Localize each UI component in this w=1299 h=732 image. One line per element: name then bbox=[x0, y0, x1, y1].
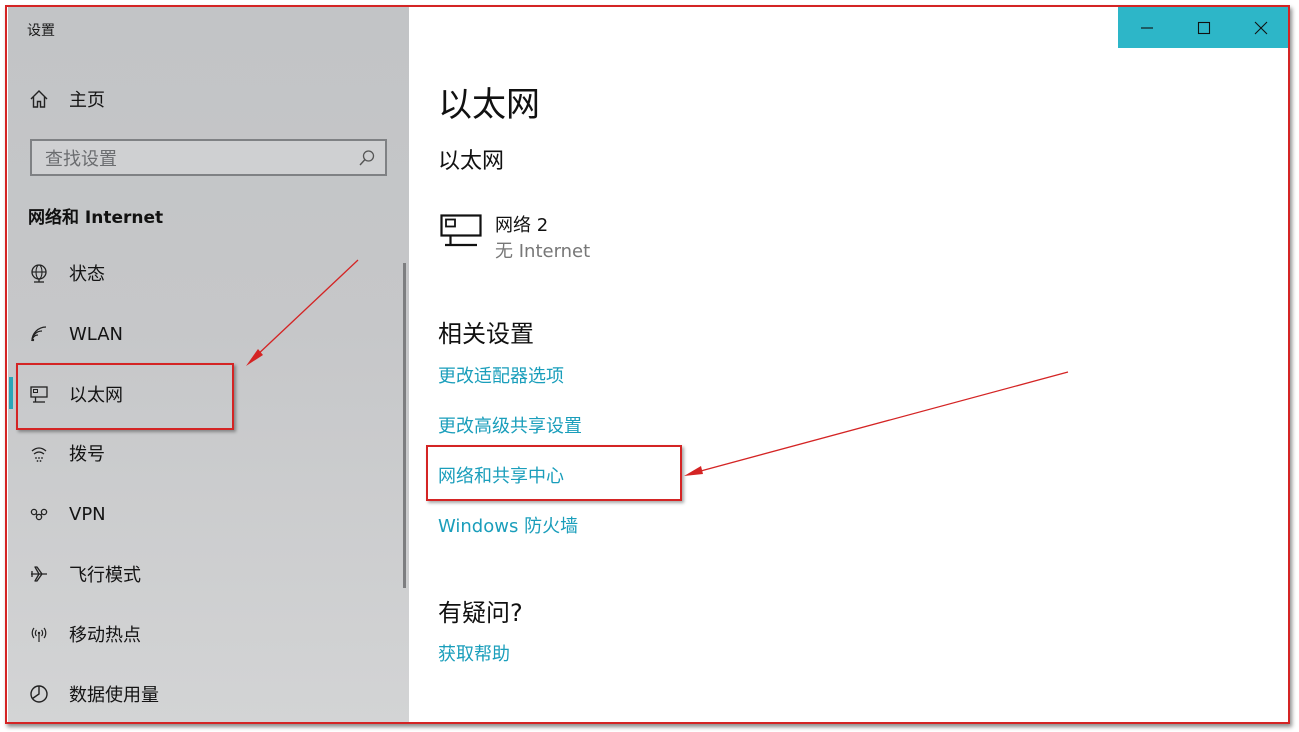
sidebar-item-label: 状态 bbox=[69, 264, 105, 285]
page-title: 以太网 bbox=[438, 85, 540, 125]
globe-icon bbox=[28, 262, 50, 284]
vpn-icon bbox=[28, 503, 50, 525]
dialup-icon bbox=[28, 442, 50, 464]
close-icon bbox=[1254, 21, 1267, 34]
sidebar-item-label: 移动热点 bbox=[69, 625, 141, 646]
section-subtitle: 以太网 bbox=[438, 149, 505, 174]
ethernet-network-icon[interactable] bbox=[440, 214, 482, 248]
wifi-icon bbox=[28, 323, 50, 345]
sidebar-item-hotspot[interactable]: 移动热点 bbox=[8, 612, 409, 656]
minimize-icon bbox=[1140, 26, 1153, 29]
section-heading: 网络和 Internet bbox=[28, 208, 164, 228]
home-icon bbox=[28, 88, 50, 110]
sidebar-item-airplane-mode[interactable]: 飞行模式 bbox=[8, 552, 409, 596]
sidebar-item-status[interactable]: 状态 bbox=[8, 251, 409, 295]
maximize-icon bbox=[1197, 21, 1210, 34]
sidebar-scrollbar[interactable] bbox=[403, 263, 406, 588]
annotation-box-ethernet bbox=[16, 363, 234, 430]
change-advanced-sharing-link[interactable]: 更改高级共享设置 bbox=[438, 412, 582, 438]
annotation-box-sharing-center bbox=[426, 445, 682, 501]
app-title: 设置 bbox=[27, 23, 55, 39]
data-usage-icon bbox=[28, 683, 50, 705]
search-icon[interactable] bbox=[358, 149, 376, 167]
main-content: 以太网 以太网 网络 2 无 Internet 相关设置 更改适配器选项 更改高… bbox=[409, 7, 1289, 723]
change-adapter-options-link[interactable]: 更改适配器选项 bbox=[438, 362, 564, 388]
sidebar-item-home[interactable]: 主页 bbox=[8, 77, 409, 121]
sidebar-item-data-usage[interactable]: 数据使用量 bbox=[8, 672, 409, 716]
minimize-button[interactable] bbox=[1118, 7, 1175, 48]
window-controls bbox=[1118, 7, 1289, 48]
search-input[interactable]: 查找设置 bbox=[30, 139, 387, 176]
windows-firewall-link[interactable]: Windows 防火墙 bbox=[438, 512, 578, 538]
sidebar-item-label: WLAN bbox=[69, 323, 124, 345]
network-name[interactable]: 网络 2 bbox=[495, 211, 548, 237]
search-placeholder: 查找设置 bbox=[45, 148, 117, 170]
get-help-link[interactable]: 获取帮助 bbox=[438, 640, 510, 666]
sidebar-item-label: 飞行模式 bbox=[69, 565, 141, 586]
sidebar-item-wlan[interactable]: WLAN bbox=[8, 312, 409, 356]
related-settings-heading: 相关设置 bbox=[438, 320, 534, 348]
sidebar-item-vpn[interactable]: VPN bbox=[8, 492, 409, 536]
help-heading: 有疑问? bbox=[438, 599, 523, 627]
sidebar-item-label: 数据使用量 bbox=[69, 685, 159, 706]
maximize-button[interactable] bbox=[1175, 7, 1232, 48]
hotspot-icon bbox=[28, 623, 50, 645]
sidebar-item-label: 拨号 bbox=[69, 444, 105, 465]
sidebar-item-label: VPN bbox=[69, 503, 106, 525]
close-button[interactable] bbox=[1232, 7, 1289, 48]
airplane-icon bbox=[28, 563, 50, 585]
sidebar-item-dialup[interactable]: 拨号 bbox=[8, 431, 409, 475]
network-status: 无 Internet bbox=[495, 241, 591, 262]
sidebar-item-label: 主页 bbox=[69, 90, 105, 111]
